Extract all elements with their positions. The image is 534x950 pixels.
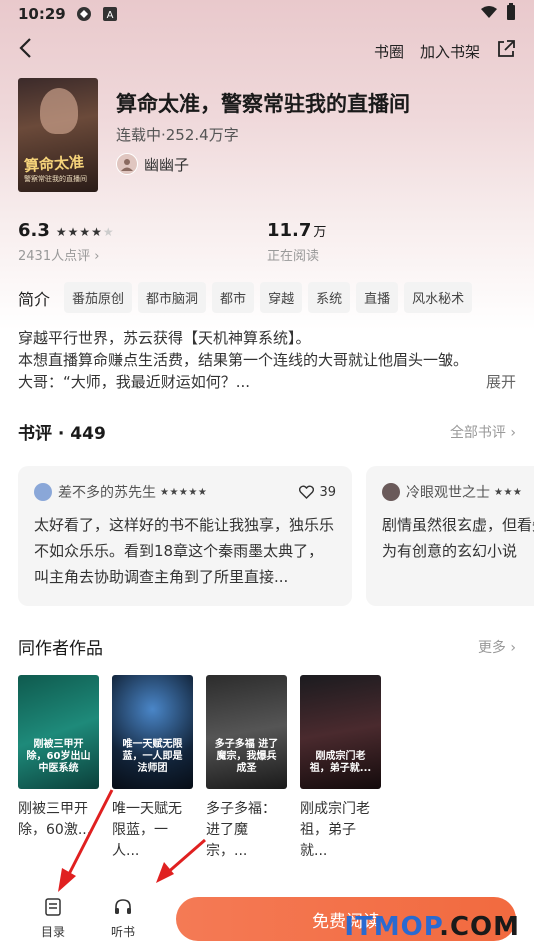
reviewer-avatar [34, 483, 52, 501]
work-title: 刚被三甲开除，60激... [18, 801, 92, 838]
reviewer-name: 冷眼观世之士 [406, 485, 490, 501]
readers-stat: 11.7 万 正在阅读 [267, 220, 516, 266]
tag-item[interactable]: 都市 [212, 282, 255, 313]
status-bar: 10:29 A [0, 0, 534, 28]
readers-label: 正在阅读 [267, 249, 320, 264]
heart-icon [299, 485, 315, 499]
rating-count: 2431人点评 › [18, 249, 100, 264]
watermark-logo: ITMOP.COM [344, 912, 520, 942]
readers-value: 11.7 [267, 220, 312, 241]
book-stats: 6.3 ★★★★★ 2431人点评 › 11.7 万 正在阅读 [0, 192, 534, 266]
author-name: 幽幽子 [144, 155, 190, 174]
author-link[interactable]: 幽幽子 [116, 153, 410, 175]
same-author-section: 同作者作品 更多 › 刚被三甲开除，60岁出山中医系统 刚被三甲开除，60激..… [0, 606, 534, 862]
tag-item[interactable]: 直播 [356, 282, 399, 313]
work-cover: 多子多福 进了魔宗，我爆兵成圣 [206, 675, 287, 789]
description-line: 本想直播算命赚点生活费，结果第一个连线的大哥就让他眉头一皱。 [18, 351, 469, 369]
work-cover: 刚被三甲开除，60岁出山中医系统 [18, 675, 99, 789]
share-icon[interactable] [496, 39, 516, 63]
listen-label: 听书 [110, 925, 135, 939]
battery-icon [506, 3, 516, 25]
work-title: 唯一天赋无限蓝，一人... [112, 801, 182, 859]
work-item[interactable]: 刚成宗门老祖，弟子就... 刚成宗门老祖，弟子就... [300, 675, 381, 862]
like-count: 39 [319, 484, 336, 500]
tag-item[interactable]: 番茄原创 [64, 282, 133, 313]
more-works-link[interactable]: 更多 › [478, 637, 516, 657]
rating-stars: ★★★★★ [55, 225, 115, 239]
work-title: 多子多福：进了魔宗，... [206, 801, 276, 859]
readers-unit: 万 [313, 225, 327, 240]
status-time: 10:29 [18, 5, 66, 23]
review-stars: ★★★★★ [160, 486, 208, 498]
book-meta: 连载中·252.4万字 [116, 126, 239, 144]
headphones-icon [114, 898, 132, 921]
work-title: 刚成宗门老祖，弟子就... [300, 801, 370, 859]
book-header: 算命太准 警察常驻我的直播间 算命太准，警察常驻我的直播间 连载中·252.4万… [0, 74, 534, 192]
cover-figure [40, 88, 78, 134]
review-card[interactable]: 冷眼观世之士 ★★★ 剧情虽然很玄虚，但看失为有创意的玄幻小说 [366, 466, 534, 606]
work-item[interactable]: 多子多福 进了魔宗，我爆兵成圣 多子多福：进了魔宗，... [206, 675, 287, 862]
reviews-heading: 书评 · 449 [18, 424, 106, 444]
toc-button[interactable]: 目录 [18, 898, 88, 940]
all-reviews-link[interactable]: 全部书评 › [450, 422, 516, 442]
svg-text:A: A [106, 10, 113, 21]
book-circle-button[interactable]: 书圈 [374, 41, 404, 62]
book-description[interactable]: 穿越平行世界，苏云获得【天机神算系统】。 本想直播算命赚点生活费，结果第一个连线… [18, 327, 516, 393]
reviews-section: 书评 · 449 全部书评 › 差不多的苏先生 ★★★★★ 39 太好看了，这样… [0, 393, 534, 606]
author-avatar [116, 153, 138, 175]
tag-item[interactable]: 系统 [308, 282, 351, 313]
back-arrow-icon[interactable] [18, 36, 46, 66]
work-cover: 唯一天赋无限蓝，一人即是法师团 [112, 675, 193, 789]
review-card[interactable]: 差不多的苏先生 ★★★★★ 39 太好看了，这样好的书不能让我独享，独乐乐不如众… [18, 466, 352, 606]
toc-label: 目录 [40, 925, 65, 939]
rating-stat[interactable]: 6.3 ★★★★★ 2431人点评 › [18, 220, 267, 266]
top-nav: 书圈 加入书架 [0, 28, 534, 74]
tag-item[interactable]: 风水秘术 [404, 282, 473, 313]
reviewer-name: 差不多的苏先生 [58, 485, 156, 501]
cover-subtitle: 警察常驻我的直播间 [24, 175, 87, 183]
intro-label: 简介 [18, 289, 51, 309]
work-item[interactable]: 刚被三甲开除，60岁出山中医系统 刚被三甲开除，60激... [18, 675, 99, 862]
cover-title: 算命太准 [23, 152, 85, 176]
book-cover[interactable]: 算命太准 警察常驻我的直播间 [18, 78, 98, 192]
expand-button[interactable]: 展开 [486, 371, 516, 393]
review-text: 剧情虽然很玄虚，但看失为有创意的玄幻小说 [382, 516, 534, 560]
app-a-icon: A [102, 6, 118, 22]
description-line: 穿越平行世界，苏云获得【天机神算系统】。 [18, 329, 311, 347]
review-stars: ★★★ [494, 486, 523, 498]
description-line: 大哥：“大师，我最近财运如何？... [18, 373, 251, 391]
app-notification-icon [76, 6, 92, 22]
work-cover: 刚成宗门老祖，弟子就... [300, 675, 381, 789]
wifi-icon [480, 5, 498, 23]
works-heading: 同作者作品 [18, 639, 103, 659]
add-to-shelf-button[interactable]: 加入书架 [420, 41, 480, 62]
book-title: 算命太准，警察常驻我的直播间 [116, 92, 410, 116]
tag-item[interactable]: 都市脑洞 [138, 282, 207, 313]
listen-button[interactable]: 听书 [88, 898, 158, 940]
work-item[interactable]: 唯一天赋无限蓝，一人即是法师团 唯一天赋无限蓝，一人... [112, 675, 193, 862]
tag-item[interactable]: 穿越 [260, 282, 303, 313]
like-button[interactable]: 39 [299, 485, 336, 500]
intro-section: 简介 番茄原创 都市脑洞 都市 穿越 系统 直播 风水秘术 穿越平行世界，苏云获… [0, 266, 534, 393]
review-text: 太好看了，这样好的书不能让我独享，独乐乐不如众乐乐。看到18章这个秦雨墨太典了，… [34, 516, 335, 586]
toc-icon [45, 898, 61, 921]
reviewer-avatar [382, 483, 400, 501]
rating-score: 6.3 [18, 220, 50, 241]
